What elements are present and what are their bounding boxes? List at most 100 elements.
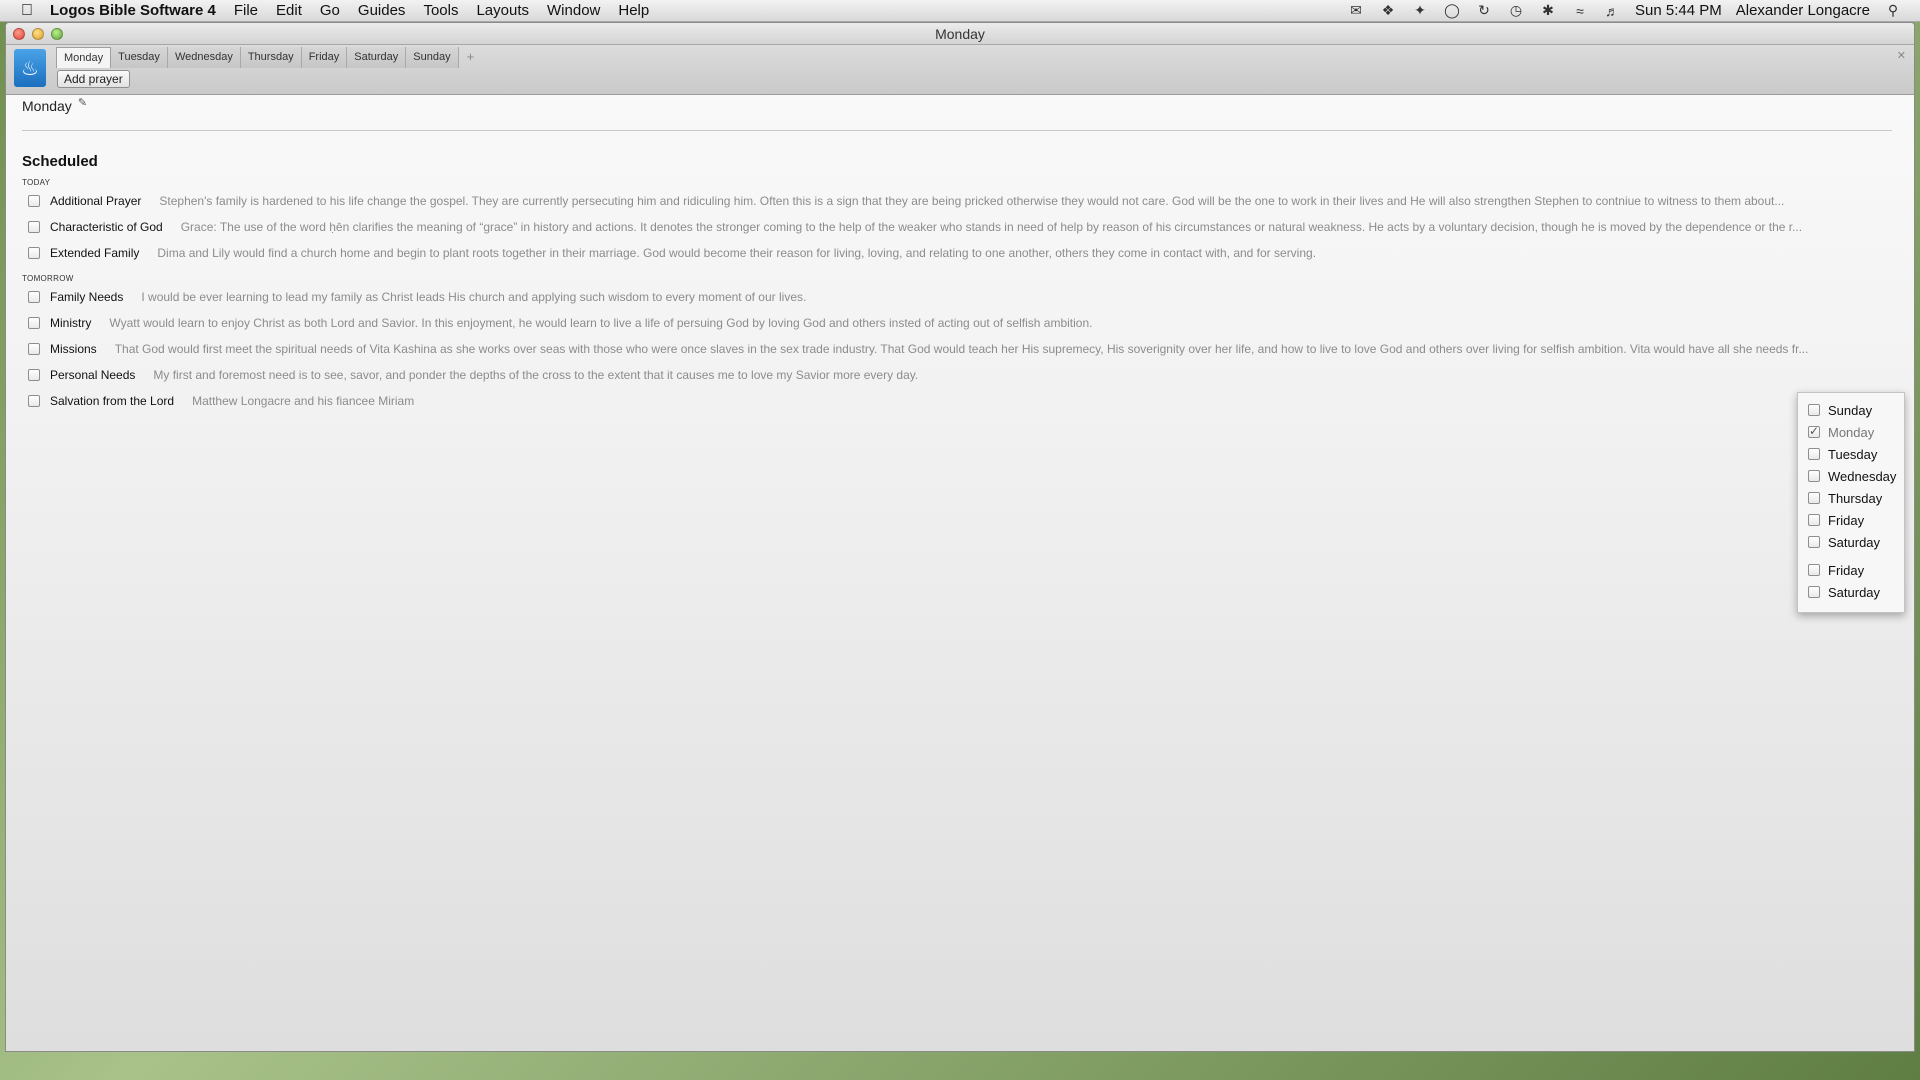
day-checkbox[interactable] (1808, 564, 1820, 576)
tab-friday[interactable]: Friday (301, 47, 348, 68)
prayer-description[interactable]: Matthew Longacre and his fiancee Miriam (192, 394, 414, 408)
refresh-icon[interactable]: ↻ (1475, 2, 1493, 19)
popup-day-monday[interactable]: Monday (1798, 421, 1904, 443)
popup-day-saturday[interactable]: Saturday (1798, 531, 1904, 553)
prayer-checkbox[interactable] (28, 317, 40, 329)
day-label[interactable]: Saturday (1828, 535, 1880, 550)
popup-day-thursday[interactable]: Thursday (1798, 487, 1904, 509)
day-checkbox[interactable] (1808, 448, 1820, 460)
list-item[interactable]: Additional Prayer Stephen's family is ha… (22, 188, 1892, 214)
spotlight-search-icon[interactable]: ⚲ (1884, 2, 1902, 19)
tab-wednesday[interactable]: Wednesday (167, 47, 241, 68)
prayer-title[interactable]: Personal Needs (50, 368, 135, 382)
menu-file[interactable]: File (234, 2, 258, 19)
menu-tools[interactable]: Tools (423, 2, 458, 19)
list-item[interactable]: Missions That God would first meet the s… (22, 336, 1892, 362)
popup-day-sunday[interactable]: Sunday (1798, 399, 1904, 421)
day-label[interactable]: Monday (1828, 425, 1874, 440)
zoom-window-icon[interactable] (51, 27, 63, 40)
apple-icon[interactable]:  (16, 2, 38, 20)
mail-icon[interactable]: ✉ (1347, 2, 1365, 19)
bluetooth-icon[interactable]: ✱ (1539, 2, 1557, 19)
day-label[interactable]: Friday (1828, 563, 1864, 578)
tab-sunday[interactable]: Sunday (406, 47, 459, 68)
day-label[interactable]: Sunday (1828, 403, 1872, 418)
prayer-title[interactable]: Missions (50, 342, 97, 356)
prayer-checkbox[interactable] (28, 195, 40, 207)
menu-app-name[interactable]: Logos Bible Software 4 (50, 2, 216, 19)
popup-day-friday[interactable]: Friday (1798, 509, 1904, 531)
list-item[interactable]: Ministry Wyatt would learn to enjoy Chri… (22, 310, 1892, 336)
day-label[interactable]: Wednesday (1828, 469, 1896, 484)
add-tab-button[interactable]: + (459, 47, 483, 68)
sync-app-icon[interactable]: ❖ (1379, 2, 1397, 19)
prayer-list-flame-icon[interactable]: ♨ (14, 49, 46, 87)
day-checkbox[interactable] (1808, 536, 1820, 548)
day-checkbox[interactable] (1808, 424, 1820, 438)
popup-day-tuesday[interactable]: Tuesday (1798, 443, 1904, 465)
menu-edit[interactable]: Edit (276, 2, 302, 19)
list-item[interactable]: Personal Needs My first and foremost nee… (22, 362, 1892, 388)
prayer-title[interactable]: Characteristic of God (50, 220, 163, 234)
popup-day-saturday-duplicate[interactable]: Saturday (1798, 581, 1904, 603)
day-checkbox[interactable] (1808, 492, 1820, 504)
prayer-checkbox[interactable] (28, 247, 40, 259)
prayer-title[interactable]: Extended Family (50, 246, 139, 260)
volume-icon[interactable]: ♬ (1603, 3, 1621, 19)
prayer-title[interactable]: Ministry (50, 316, 91, 330)
popup-day-wednesday[interactable]: Wednesday (1798, 465, 1904, 487)
edit-pencil-icon[interactable]: ✎ (78, 96, 87, 109)
close-window-icon[interactable] (13, 27, 25, 40)
prayer-checkbox[interactable] (28, 343, 40, 355)
list-item[interactable]: Salvation from the Lord Matthew Longacre… (22, 388, 1892, 414)
prayer-description[interactable]: Grace: The use of the word ḥēn clarifies… (181, 220, 1802, 234)
add-prayer-button[interactable]: Add prayer (57, 70, 130, 88)
prayer-description[interactable]: I would be ever learning to lead my fami… (141, 290, 806, 304)
day-selection-popup: Sunday Monday Tuesday Wednesday Thursday… (1797, 392, 1905, 613)
menu-window[interactable]: Window (547, 2, 600, 19)
prayer-description[interactable]: That God would first meet the spiritual … (115, 342, 1809, 356)
day-checkbox[interactable] (1808, 470, 1820, 482)
prayer-checkbox[interactable] (28, 221, 40, 233)
prayer-title[interactable]: Additional Prayer (50, 194, 141, 208)
popup-day-friday-duplicate[interactable]: Friday (1798, 559, 1904, 581)
day-label[interactable]: Friday (1828, 513, 1864, 528)
day-label[interactable]: Saturday (1828, 585, 1880, 600)
prayer-checkbox[interactable] (28, 395, 40, 407)
menu-layouts[interactable]: Layouts (476, 2, 529, 19)
chat-bubble-icon[interactable]: ◯ (1443, 2, 1461, 19)
menu-go[interactable]: Go (320, 2, 340, 19)
day-label[interactable]: Tuesday (1828, 447, 1877, 462)
menubar-user[interactable]: Alexander Longacre (1736, 2, 1870, 19)
menubar-clock[interactable]: Sun 5:44 PM (1635, 2, 1722, 19)
prayer-description[interactable]: Dima and Lily would find a church home a… (157, 246, 1316, 260)
day-checkbox[interactable] (1808, 404, 1820, 416)
prayer-description[interactable]: Stephen's family is hardened to his life… (159, 194, 1784, 208)
tab-monday[interactable]: Monday (56, 47, 112, 68)
page-title[interactable]: Monday (22, 98, 72, 114)
close-panel-icon[interactable]: ✕ (1897, 49, 1906, 62)
bird-icon[interactable]: ✦ (1411, 2, 1429, 19)
menu-help[interactable]: Help (618, 2, 649, 19)
wifi-icon[interactable]: ≈ (1571, 3, 1589, 19)
day-checkbox[interactable] (1808, 514, 1820, 526)
minimize-window-icon[interactable] (32, 27, 44, 40)
tab-thursday[interactable]: Thursday (240, 47, 302, 68)
tab-tuesday[interactable]: Tuesday (111, 47, 168, 68)
window-controls (13, 27, 63, 40)
menu-guides[interactable]: Guides (358, 2, 406, 19)
section-title-scheduled: Scheduled (22, 153, 98, 170)
day-checkbox[interactable] (1808, 586, 1820, 598)
prayer-description[interactable]: My first and foremost need is to see, sa… (153, 368, 918, 382)
prayer-title[interactable]: Salvation from the Lord (50, 394, 174, 408)
prayer-checkbox[interactable] (28, 291, 40, 303)
list-item[interactable]: Family Needs I would be ever learning to… (22, 284, 1892, 310)
prayer-description[interactable]: Wyatt would learn to enjoy Christ as bot… (109, 316, 1092, 330)
day-label[interactable]: Thursday (1828, 491, 1882, 506)
time-machine-icon[interactable]: ◷ (1507, 2, 1525, 19)
list-item[interactable]: Extended Family Dima and Lily would find… (22, 240, 1892, 266)
list-item[interactable]: Characteristic of God Grace: The use of … (22, 214, 1892, 240)
prayer-checkbox[interactable] (28, 369, 40, 381)
tab-saturday[interactable]: Saturday (347, 47, 407, 68)
prayer-title[interactable]: Family Needs (50, 290, 123, 304)
